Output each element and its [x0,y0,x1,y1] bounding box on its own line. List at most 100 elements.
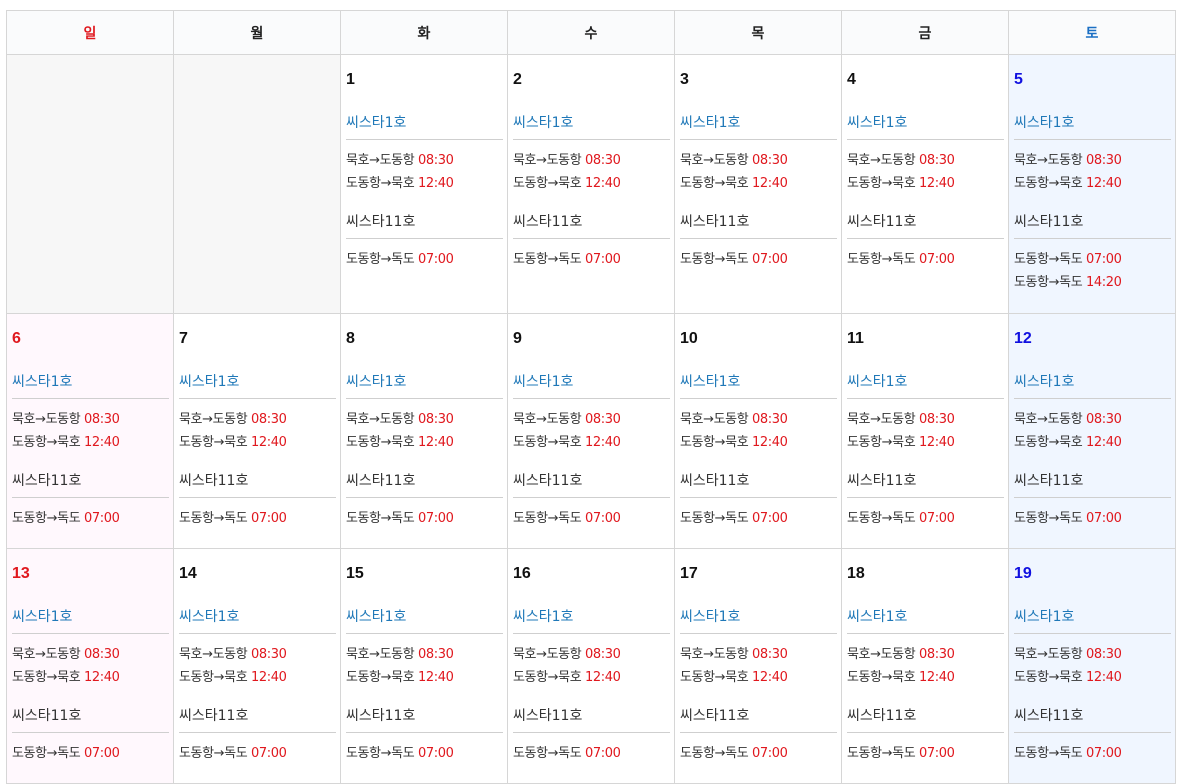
trip-route: 도동항→묵호 [346,435,415,450]
trip-item: 도동항→묵호 12:40 [179,666,336,689]
ship1-name[interactable]: 씨스타1호 [847,373,1004,399]
trip-item: 도동항→독도 07:00 [1014,742,1171,765]
ship2-name[interactable]: 씨스타11호 [1014,213,1171,239]
trip-route: 묵호→도동항 [680,153,749,168]
ship2-name[interactable]: 씨스타11호 [346,213,503,239]
trip-time: 12:40 [752,435,788,450]
ship1-schedule: 씨스타1호 묵호→도동항 08:30 도동항→묵호 12:40 [1014,373,1171,454]
day-cell[interactable]: 4 씨스타1호 묵호→도동항 08:30 도동항→묵호 12:40 씨스타11호 도동항→… [841,54,1009,314]
trip-time: 08:30 [84,412,120,427]
day-cell[interactable]: 11 씨스타1호 묵호→도동항 08:30 도동항→묵호 12:40 씨스타11호 도동항… [841,313,1009,549]
trip-item: 도동항→독도 07:00 [346,742,503,765]
trip-route: 묵호→도동항 [847,412,916,427]
trip-time: 07:00 [1086,746,1122,761]
ship1-name[interactable]: 씨스타1호 [847,608,1004,634]
ship1-schedule: 씨스타1호 묵호→도동항 08:30 도동항→묵호 12:40 [680,608,837,689]
trip-item: 도동항→독도 07:00 [1014,248,1171,271]
trip-list: 도동항→독도 07:00 [179,733,336,765]
trip-item: 도동항→독도 07:00 [847,248,1004,271]
day-cell[interactable]: 19 씨스타1호 묵호→도동항 08:30 도동항→묵호 12:40 씨스타11호 도동항… [1008,548,1176,784]
day-cell[interactable]: 17 씨스타1호 묵호→도동항 08:30 도동항→묵호 12:40 씨스타11호 도동항… [674,548,842,784]
day-cell[interactable]: 3 씨스타1호 묵호→도동항 08:30 도동항→묵호 12:40 씨스타11호 도동항→… [674,54,842,314]
trip-route: 도동항→독도 [1014,511,1083,526]
trip-route: 묵호→도동항 [847,153,916,168]
ship1-name[interactable]: 씨스타1호 [680,373,837,399]
ship1-name[interactable]: 씨스타1호 [12,608,169,634]
trip-time: 08:30 [418,412,454,427]
trip-list: 도동항→독도 07:00 [680,733,837,765]
calendar-week-row: 13 씨스타1호 묵호→도동항 08:30 도동항→묵호 12:40 씨스타11호 도동항… [6,548,1176,784]
trip-item: 도동항→독도 07:00 [12,507,169,530]
day-cell[interactable]: 5 씨스타1호 묵호→도동항 08:30 도동항→묵호 12:40 씨스타11호 도동항→… [1008,54,1176,314]
ship1-name[interactable]: 씨스타1호 [179,608,336,634]
ship2-name[interactable]: 씨스타11호 [179,472,336,498]
ship2-name[interactable]: 씨스타11호 [680,707,837,733]
ship2-name[interactable]: 씨스타11호 [680,213,837,239]
ship1-name[interactable]: 씨스타1호 [1014,114,1171,140]
trip-list: 묵호→도동항 08:30 도동항→묵호 12:40 [680,399,837,454]
ship2-schedule: 씨스타11호 도동항→독도 07:00 [179,707,336,765]
day-cell[interactable]: 8 씨스타1호 묵호→도동항 08:30 도동항→묵호 12:40 씨스타11호 도동항→… [340,313,508,549]
ship2-name[interactable]: 씨스타11호 [680,472,837,498]
trip-time: 08:30 [585,647,621,662]
day-cell[interactable]: 13 씨스타1호 묵호→도동항 08:30 도동항→묵호 12:40 씨스타11호 도동항… [6,548,174,784]
ship2-name[interactable]: 씨스타11호 [1014,472,1171,498]
ship2-schedule: 씨스타11호 도동항→독도 07:00 [1014,472,1171,530]
ship2-name[interactable]: 씨스타11호 [346,707,503,733]
trip-item: 묵호→도동항 08:30 [847,643,1004,666]
trip-list: 묵호→도동항 08:30 도동항→묵호 12:40 [346,140,503,195]
weekday-header-tue: 화 [340,10,508,55]
ship2-name[interactable]: 씨스타11호 [847,472,1004,498]
ship1-name[interactable]: 씨스타1호 [1014,608,1171,634]
ship2-name[interactable]: 씨스타11호 [513,472,670,498]
ship1-name[interactable]: 씨스타1호 [680,114,837,140]
day-number: 19 [1014,565,1032,582]
ship2-name[interactable]: 씨스타11호 [847,213,1004,239]
day-cell[interactable]: 7 씨스타1호 묵호→도동항 08:30 도동항→묵호 12:40 씨스타11호 도동항→… [173,313,341,549]
day-cell[interactable]: 12 씨스타1호 묵호→도동항 08:30 도동항→묵호 12:40 씨스타11호 도동항… [1008,313,1176,549]
day-cell[interactable]: 14 씨스타1호 묵호→도동항 08:30 도동항→묵호 12:40 씨스타11호 도동항… [173,548,341,784]
day-cell[interactable]: 2 씨스타1호 묵호→도동항 08:30 도동항→묵호 12:40 씨스타11호 도동항→… [507,54,675,314]
ship1-name[interactable]: 씨스타1호 [346,373,503,399]
day-cell[interactable]: 16 씨스타1호 묵호→도동항 08:30 도동항→묵호 12:40 씨스타11호 도동항… [507,548,675,784]
ship2-name[interactable]: 씨스타11호 [346,472,503,498]
day-cell[interactable]: 1 씨스타1호 묵호→도동항 08:30 도동항→묵호 12:40 씨스타11호 도동항→… [340,54,508,314]
ship2-name[interactable]: 씨스타11호 [12,472,169,498]
weekday-header-fri: 금 [841,10,1009,55]
ship2-name[interactable]: 씨스타11호 [179,707,336,733]
weekday-header-thu: 목 [674,10,842,55]
trip-time: 07:00 [84,746,120,761]
trip-item: 묵호→도동항 08:30 [680,643,837,666]
trip-time: 12:40 [919,670,955,685]
ship1-name[interactable]: 씨스타1호 [12,373,169,399]
ship1-name[interactable]: 씨스타1호 [346,608,503,634]
day-cell[interactable]: 18 씨스타1호 묵호→도동항 08:30 도동항→묵호 12:40 씨스타11호 도동항… [841,548,1009,784]
ship1-name[interactable]: 씨스타1호 [1014,373,1171,399]
ship1-schedule: 씨스타1호 묵호→도동항 08:30 도동항→묵호 12:40 [12,373,169,454]
trip-item: 도동항→묵호 12:40 [12,431,169,454]
ship2-name[interactable]: 씨스타11호 [513,213,670,239]
day-cell[interactable]: 6 씨스타1호 묵호→도동항 08:30 도동항→묵호 12:40 씨스타11호 도동항→… [6,313,174,549]
ship1-name[interactable]: 씨스타1호 [179,373,336,399]
ship1-schedule: 씨스타1호 묵호→도동항 08:30 도동항→묵호 12:40 [12,608,169,689]
ship1-name[interactable]: 씨스타1호 [513,608,670,634]
day-cell[interactable]: 10 씨스타1호 묵호→도동항 08:30 도동항→묵호 12:40 씨스타11호 도동항… [674,313,842,549]
ship1-name[interactable]: 씨스타1호 [513,114,670,140]
ship1-name[interactable]: 씨스타1호 [680,608,837,634]
trip-item: 묵호→도동항 08:30 [847,149,1004,172]
ship2-name[interactable]: 씨스타11호 [1014,707,1171,733]
trip-list: 도동항→독도 07:00 [513,733,670,765]
ship1-name[interactable]: 씨스타1호 [847,114,1004,140]
ship2-name[interactable]: 씨스타11호 [12,707,169,733]
trip-item: 도동항→독도 07:00 [847,507,1004,530]
trip-route: 도동항→독도 [847,511,916,526]
ship1-name[interactable]: 씨스타1호 [513,373,670,399]
ship2-name[interactable]: 씨스타11호 [847,707,1004,733]
day-cell[interactable]: 9 씨스타1호 묵호→도동항 08:30 도동항→묵호 12:40 씨스타11호 도동항→… [507,313,675,549]
ship1-name[interactable]: 씨스타1호 [346,114,503,140]
trip-list: 도동항→독도 07:00 [513,498,670,530]
trip-item: 묵호→도동항 08:30 [513,408,670,431]
ship2-name[interactable]: 씨스타11호 [513,707,670,733]
day-cell[interactable]: 15 씨스타1호 묵호→도동항 08:30 도동항→묵호 12:40 씨스타11호 도동항… [340,548,508,784]
trip-route: 도동항→독도 [513,746,582,761]
